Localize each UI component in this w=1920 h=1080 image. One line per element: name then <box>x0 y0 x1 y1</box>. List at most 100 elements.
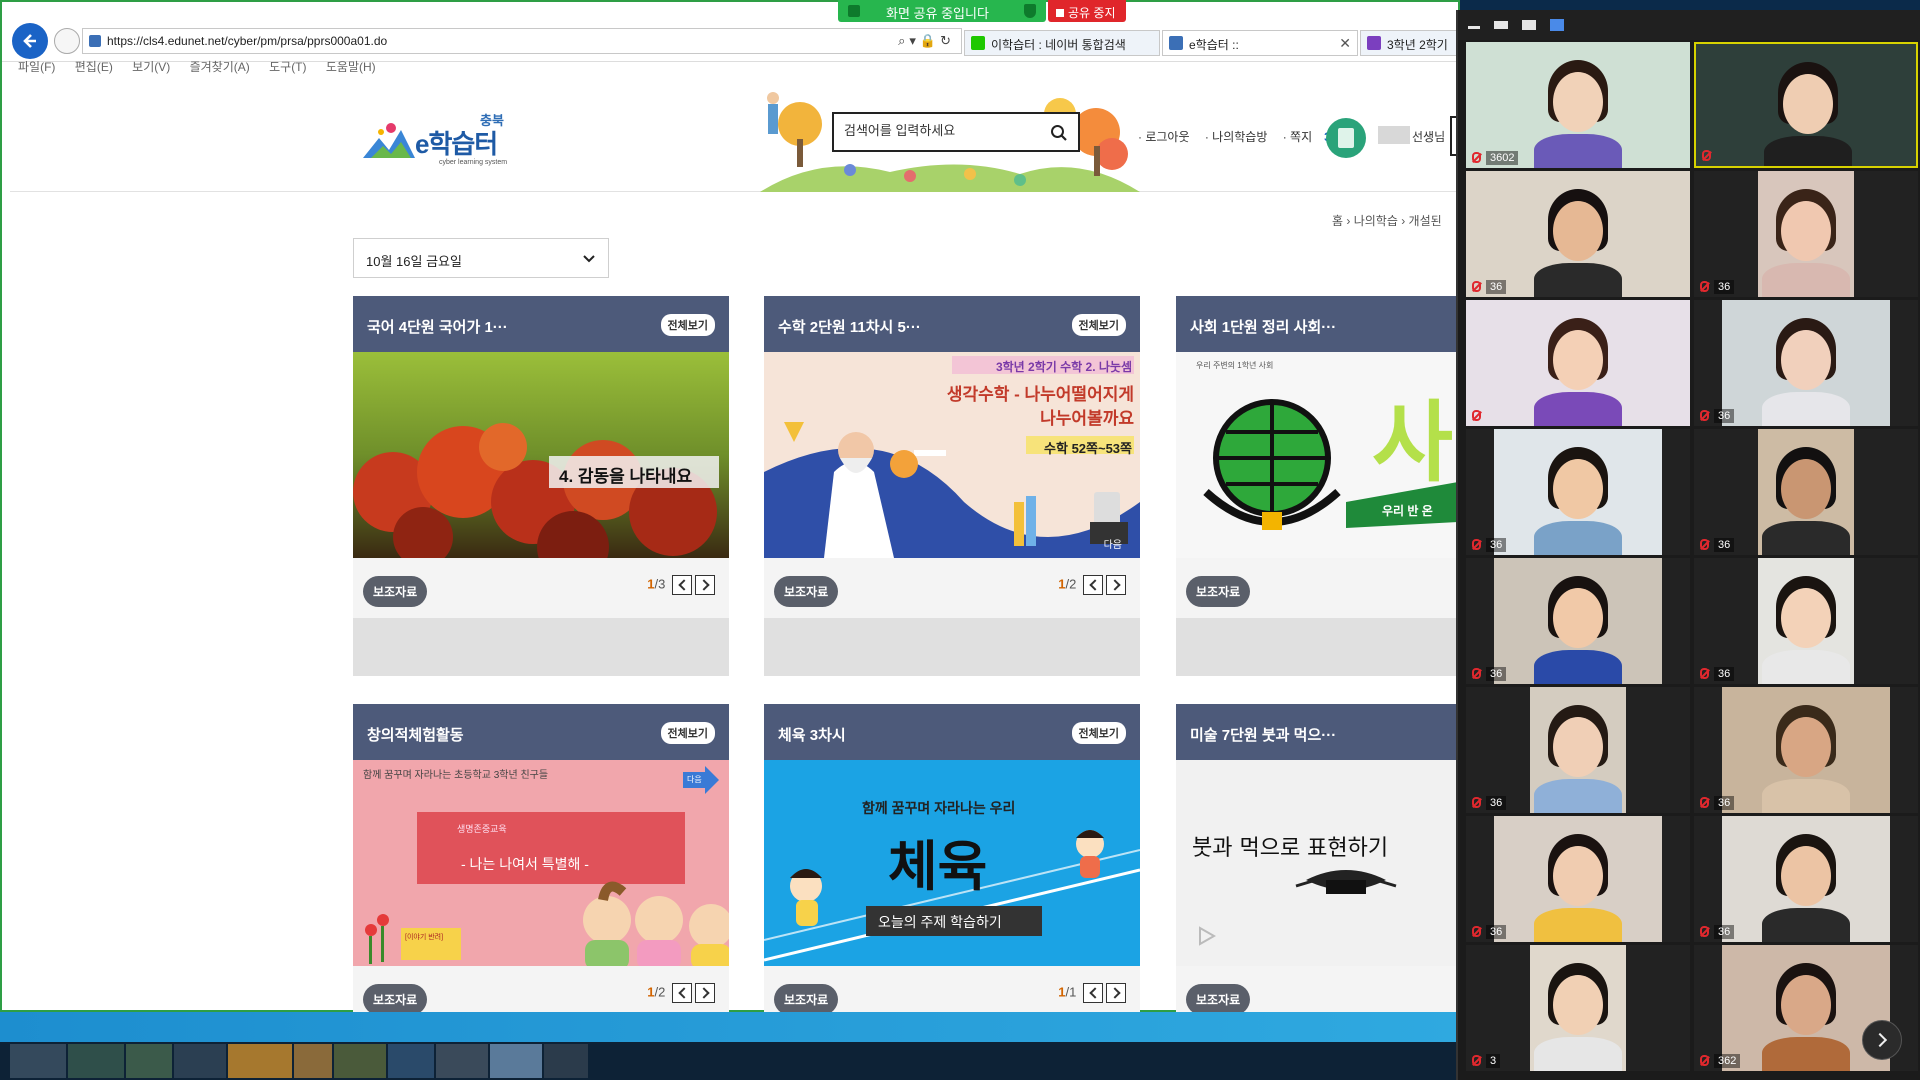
site-logo[interactable]: 충북 e학습터 cyber learning system <box>355 102 515 172</box>
participant-name: 36 <box>1486 538 1507 552</box>
taskbar-app[interactable] <box>126 1044 172 1078</box>
forward-button[interactable] <box>54 28 80 54</box>
participant-name: 3602 <box>1486 151 1519 165</box>
taskbar-app[interactable] <box>68 1044 124 1078</box>
taskbar-app[interactable] <box>174 1044 226 1078</box>
card-thumbnail[interactable]: 3학년 2학기 수학 2. 나눗셈 생각수학 - 나누어떨어지게 나누어볼까요 … <box>764 352 1140 558</box>
tab-class[interactable]: 3학년 2학기 <box>1360 30 1460 56</box>
next-page-arrow-icon[interactable] <box>1862 1020 1902 1060</box>
card-thumbnail[interactable]: 우리 주변의 1학년 사회 사 우리 반 온 <box>1176 352 1458 558</box>
site-favicon-icon <box>89 35 101 47</box>
lesson-card-pe[interactable]: 체육 3차시 전체보기 함께 꿈꾸며 자라나는 우리 체육 오늘의 주제 학습하… <box>764 704 1140 1014</box>
lesson-card-social[interactable]: 사회 1단원 정리 사회··· 우리 주변의 1학년 사회 사 우리 반 온 보… <box>1176 296 1458 676</box>
taskbar-app[interactable] <box>334 1044 386 1078</box>
next-page-button[interactable] <box>695 983 715 1003</box>
pager: 1/2 <box>1058 575 1126 595</box>
aux-material-button[interactable]: 보조자료 <box>1186 576 1251 607</box>
next-page-button[interactable] <box>695 575 715 595</box>
strip-view-icon[interactable] <box>1522 20 1536 30</box>
taskbar-app[interactable] <box>490 1044 542 1078</box>
participant-tile[interactable]: 36 <box>1466 816 1690 942</box>
prev-page-button[interactable] <box>672 983 692 1003</box>
participant-name: 36 <box>1714 925 1735 939</box>
card-thumbnail[interactable]: 4. 감동을 나타내요 <box>353 352 729 558</box>
tab-elearning[interactable]: e학습터 :: ✕ <box>1162 30 1358 56</box>
card-thumbnail[interactable]: 함께 꿈꾸며 자라나는 초등학교 3학년 친구들 생명존중교육 - 나는 나여서… <box>353 760 729 966</box>
prev-page-button[interactable] <box>1083 575 1103 595</box>
prev-page-button[interactable] <box>672 575 692 595</box>
avatar[interactable] <box>1326 118 1366 158</box>
participant-tile[interactable]: 3602 <box>1466 42 1690 168</box>
menu-help[interactable]: 도움말(H) <box>326 58 376 75</box>
view-all-button[interactable]: 전체보기 <box>660 314 715 336</box>
lesson-card-korean[interactable]: 국어 4단원 국어가 1··· 전체보기 4. 감동을 나타내요 보조자료 1/… <box>353 296 729 676</box>
menu-file[interactable]: 파일(F) <box>18 58 55 75</box>
card-footer: 보조자료 1/1 <box>764 966 1140 1014</box>
participant-tile[interactable]: 3 <box>1466 945 1690 1071</box>
participant-tile[interactable]: 36 <box>1466 687 1690 813</box>
view-all-button[interactable]: 전체보기 <box>1071 722 1126 744</box>
minimize-icon[interactable] <box>1468 26 1480 29</box>
participant-tile[interactable]: 36 <box>1694 687 1918 813</box>
prev-page-button[interactable] <box>1083 983 1103 1003</box>
search-icon[interactable] <box>1050 124 1068 142</box>
taskbar-app[interactable] <box>544 1044 588 1078</box>
menu-tools[interactable]: 도구(T) <box>269 58 306 75</box>
taskbar-app[interactable] <box>294 1044 332 1078</box>
taskbar-app[interactable] <box>388 1044 434 1078</box>
speaker-view-icon[interactable] <box>1494 21 1508 29</box>
participant-tile[interactable]: 36 <box>1466 171 1690 297</box>
menu-favorites[interactable]: 즐겨찾기(A) <box>190 58 250 75</box>
aux-material-button[interactable]: 보조자료 <box>774 984 839 1014</box>
next-page-button[interactable] <box>1106 983 1126 1003</box>
participant-tile[interactable]: 36 <box>1694 171 1918 297</box>
tab-naver-search[interactable]: 이학습터 : 네이버 통합검색 <box>964 30 1160 56</box>
close-tab-icon[interactable]: ✕ <box>1339 35 1351 52</box>
participant-name: 36 <box>1714 667 1735 681</box>
participant-tile[interactable]: 36 <box>1694 429 1918 555</box>
thumbnail-next: 다음 <box>687 775 702 784</box>
aux-material-button[interactable]: 보조자료 <box>774 576 839 607</box>
taskbar-app[interactable] <box>436 1044 488 1078</box>
lesson-card-creative[interactable]: 창의적체험활동 전체보기 함께 꿈꾸며 자라나는 초등학교 3학년 친구들 생명… <box>353 704 729 1014</box>
lesson-card-math[interactable]: 수학 2단원 11차시 5··· 전체보기 3학년 2학기 수학 2. 나눗셈 … <box>764 296 1140 676</box>
card-thumbnail[interactable]: 함께 꿈꾸며 자라나는 우리 체육 오늘의 주제 학습하기 <box>764 760 1140 966</box>
participant-face <box>1553 330 1603 390</box>
stop-share-button[interactable]: 공유 중지 <box>1048 0 1126 22</box>
next-page-button[interactable] <box>1106 575 1126 595</box>
card-header: 미술 7단원 붓과 먹으··· <box>1176 704 1458 760</box>
share-status[interactable]: 화면 공유 중입니다 <box>838 0 1046 22</box>
participant-tile[interactable]: 36 <box>1694 558 1918 684</box>
participant-name: 36 <box>1486 925 1507 939</box>
url-field[interactable]: https://cls4.edunet.net/cyber/pm/prsa/pp… <box>82 28 962 54</box>
my-room-link[interactable]: · 나의학습방 <box>1205 130 1268 144</box>
view-all-button[interactable]: 전체보기 <box>1071 314 1126 336</box>
card-bottom-area <box>764 618 1140 676</box>
back-button[interactable] <box>12 23 48 59</box>
participant-tile[interactable]: 36 <box>1694 816 1918 942</box>
participant-tile[interactable]: 36 <box>1466 429 1690 555</box>
participant-tile[interactable]: 36 <box>1694 300 1918 426</box>
logout-link[interactable]: · 로그아웃 <box>1138 130 1190 144</box>
date-select[interactable]: 10월 16일 금요일 <box>353 238 609 278</box>
aux-material-button[interactable]: 보조자료 <box>1186 984 1251 1014</box>
gallery-view-icon[interactable] <box>1550 19 1564 31</box>
participant-face <box>1783 74 1833 134</box>
taskbar-app[interactable] <box>228 1044 292 1078</box>
pager-total: /3 <box>654 576 666 592</box>
taskbar-app[interactable] <box>10 1044 66 1078</box>
participant-tile[interactable] <box>1466 300 1690 426</box>
aux-material-button[interactable]: 보조자료 <box>363 984 428 1014</box>
menu-edit[interactable]: 편집(E) <box>75 58 113 75</box>
menu-view[interactable]: 보기(V) <box>132 58 170 75</box>
url-tools-icons[interactable]: ⌕▾🔒↻ <box>898 33 955 49</box>
aux-material-button[interactable]: 보조자료 <box>363 576 428 607</box>
participant-tile[interactable]: 36 <box>1466 558 1690 684</box>
card-thumbnail[interactable]: 붓과 먹으로 표현하기 <box>1176 760 1458 966</box>
participant-tile[interactable] <box>1694 42 1918 168</box>
view-all-button[interactable]: 전체보기 <box>660 722 715 744</box>
search-input[interactable] <box>844 123 1044 138</box>
lesson-card-art[interactable]: 미술 7단원 붓과 먹으··· 붓과 먹으로 표현하기 보조자료 <box>1176 704 1458 1014</box>
card-header: 체육 3차시 전체보기 <box>764 704 1140 760</box>
site-search[interactable] <box>832 112 1080 152</box>
